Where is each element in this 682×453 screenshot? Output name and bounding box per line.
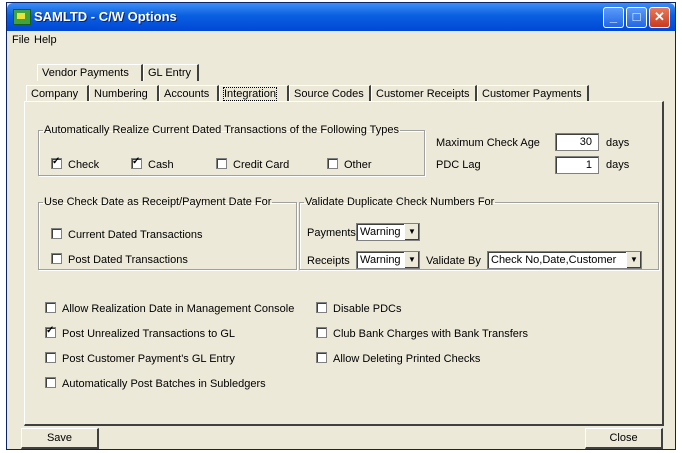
checkbox-box	[131, 156, 142, 169]
tab-accounts[interactable]: Accounts	[159, 85, 219, 102]
checkbox-box	[316, 327, 327, 338]
checkbox-box	[216, 158, 227, 169]
receipts-select[interactable]: Warning ▼	[356, 251, 420, 269]
checkbox-box	[45, 325, 56, 338]
use-check-date-legend: Use Check Date as Receipt/Payment Date F…	[44, 196, 272, 208]
realize-group: Automatically Realize Current Dated Tran…	[38, 124, 425, 176]
checkbox-box	[51, 156, 62, 169]
checkbox-box	[316, 352, 327, 363]
checkbox-box	[45, 377, 56, 388]
menu-bar: File Help	[7, 31, 675, 51]
minimize-button[interactable]: _	[603, 7, 624, 28]
chevron-down-icon[interactable]: ▼	[404, 252, 419, 268]
tab-gl-entry[interactable]: GL Entry	[143, 64, 199, 81]
max-check-age-unit: days	[606, 137, 630, 149]
realize-legend: Automatically Realize Current Dated Tran…	[44, 124, 400, 136]
options-window: SAMLTD - C/W Options _ □ ✕ File Help Ven…	[6, 2, 676, 450]
allow-realization-date-checkbox[interactable]: Allow Realization Date in Management Con…	[45, 302, 294, 315]
tab-customer-receipts[interactable]: Customer Receipts	[371, 85, 477, 102]
auto-post-batches-checkbox[interactable]: Automatically Post Batches in Subledgers	[45, 377, 266, 390]
checkbox-box	[45, 302, 56, 313]
menu-file[interactable]: File	[12, 34, 30, 46]
validate-by-label: Validate By	[426, 255, 481, 267]
club-bank-charges-checkbox[interactable]: Club Bank Charges with Bank Transfers	[316, 327, 528, 340]
current-dated-checkbox[interactable]: Current Dated Transactions	[51, 228, 203, 241]
credit-card-checkbox[interactable]: Credit Card	[216, 158, 289, 171]
tab-company[interactable]: Company	[26, 85, 89, 102]
tab-customer-payments[interactable]: Customer Payments	[477, 85, 589, 102]
title-bar[interactable]: SAMLTD - C/W Options _ □ ✕	[7, 3, 675, 31]
close-button[interactable]: Close	[585, 428, 663, 449]
other-checkbox[interactable]: Other	[327, 158, 372, 171]
chevron-down-icon[interactable]: ▼	[404, 224, 419, 240]
pdc-lag-unit: days	[606, 159, 630, 171]
check-checkbox[interactable]: Check	[51, 156, 99, 171]
validate-duplicate-legend: Validate Duplicate Check Numbers For	[305, 196, 495, 208]
cash-checkbox[interactable]: Cash	[131, 156, 174, 171]
disable-pdcs-checkbox[interactable]: Disable PDCs	[316, 302, 401, 315]
checkbox-box	[327, 158, 338, 169]
save-button[interactable]: Save	[21, 428, 99, 449]
window-title: SAMLTD - C/W Options	[34, 9, 177, 24]
validate-duplicate-group: Validate Duplicate Check Numbers For Pay…	[299, 196, 659, 270]
post-unrealized-checkbox[interactable]: Post Unrealized Transactions to GL	[45, 325, 235, 340]
minimize-icon: _	[609, 9, 618, 24]
maximize-button[interactable]: □	[626, 7, 647, 28]
menu-help[interactable]: Help	[34, 34, 57, 46]
tab-integration[interactable]: Integration	[219, 85, 289, 102]
chevron-down-icon[interactable]: ▼	[626, 252, 641, 268]
integration-panel: Automatically Realize Current Dated Tran…	[24, 101, 664, 426]
post-customer-payment-checkbox[interactable]: Post Customer Payment's GL Entry	[45, 352, 235, 365]
tab-source-codes[interactable]: Source Codes	[289, 85, 371, 102]
receipts-label: Receipts	[307, 255, 350, 267]
post-dated-checkbox[interactable]: Post Dated Transactions	[51, 253, 188, 266]
pdc-lag-label: PDC Lag	[436, 159, 481, 171]
close-window-button[interactable]: ✕	[649, 7, 670, 28]
pdc-lag-input[interactable]: 1	[555, 156, 599, 174]
use-check-date-group: Use Check Date as Receipt/Payment Date F…	[38, 196, 297, 270]
validate-by-select[interactable]: Check No,Date,Customer ▼	[487, 251, 642, 269]
close-icon: ✕	[654, 9, 665, 24]
payments-label: Payments	[307, 227, 356, 239]
max-check-age-label: Maximum Check Age	[436, 137, 540, 149]
payments-select[interactable]: Warning ▼	[356, 223, 420, 241]
max-check-age-input[interactable]: 30	[555, 133, 599, 151]
tab-vendor-payments[interactable]: Vendor Payments	[37, 64, 143, 81]
checkbox-box	[51, 228, 62, 239]
checkbox-box	[51, 253, 62, 264]
allow-deleting-printed-checks-checkbox[interactable]: Allow Deleting Printed Checks	[316, 352, 480, 365]
maximize-icon: □	[632, 9, 641, 24]
app-icon	[13, 9, 31, 25]
tab-numbering[interactable]: Numbering	[89, 85, 159, 102]
checkbox-box	[316, 302, 327, 313]
checkbox-box	[45, 352, 56, 363]
